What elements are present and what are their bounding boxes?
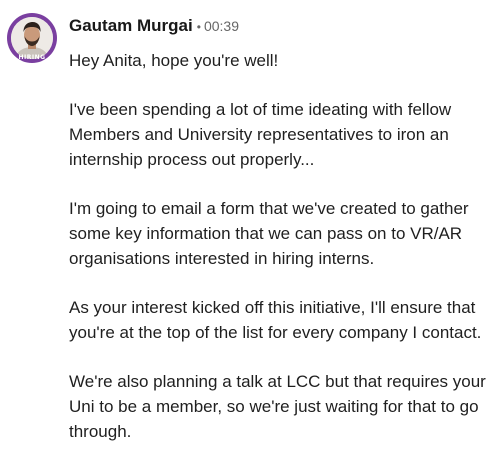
separator-dot: • [196, 20, 201, 34]
timestamp: 00:39 [203, 18, 239, 34]
message-paragraph: Hey Anita, hope you're well! [69, 51, 279, 70]
message-paragraph: As your interest kicked off this initiat… [69, 298, 482, 342]
avatar[interactable]: HIRING [7, 13, 57, 63]
message-header: Gautam Murgai • 00:39 [69, 16, 239, 36]
sender-name[interactable]: Gautam Murgai [69, 16, 193, 35]
hiring-frame-label: HIRING [18, 54, 46, 61]
person-icon [11, 17, 53, 59]
chat-message: HIRING Gautam Murgai • 00:39 Hey Anita, ho… [0, 0, 502, 467]
message-paragraph: We're also planning a talk at LCC but th… [69, 372, 486, 441]
message-paragraph: I'm going to email a form that we've cre… [69, 199, 469, 268]
avatar-photo [11, 17, 53, 59]
message-body: Hey Anita, hope you're well! I've been s… [69, 48, 497, 468]
message-paragraph: I've been spending a lot of time ideatin… [69, 100, 452, 169]
